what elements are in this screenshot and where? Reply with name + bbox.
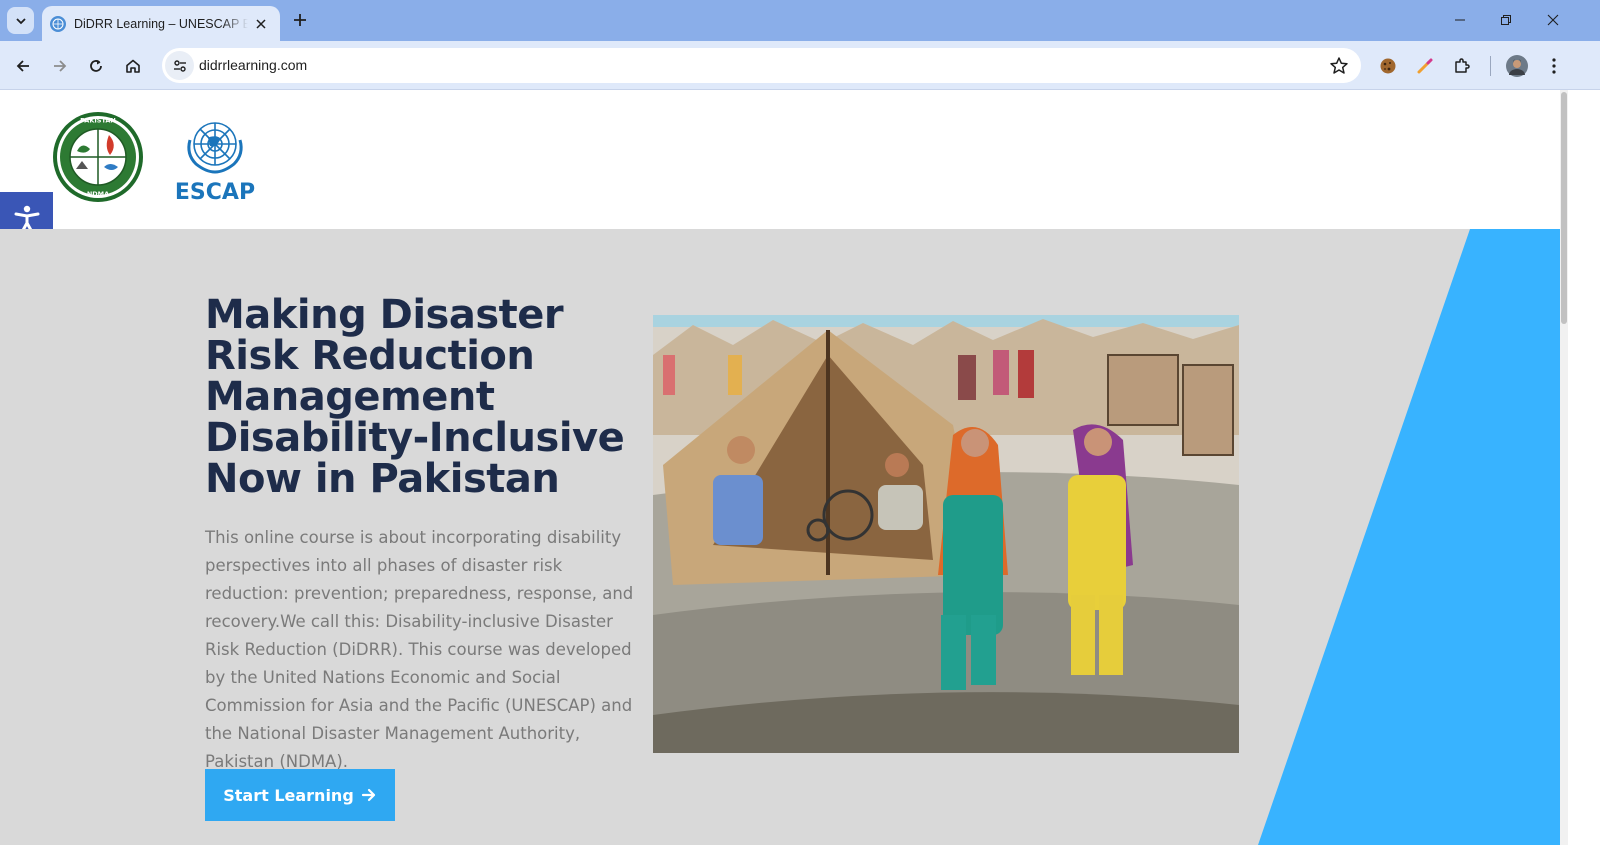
- address-bar[interactable]: didrrlearning.com: [162, 48, 1361, 83]
- svg-text:ESCAP: ESCAP: [175, 180, 255, 205]
- url-text: didrrlearning.com: [199, 57, 308, 73]
- start-learning-label: Start Learning: [223, 785, 354, 805]
- reload-icon: [90, 60, 102, 72]
- home-icon: [126, 59, 140, 73]
- profile-avatar[interactable]: [1505, 54, 1529, 78]
- color-picker-extension-icon[interactable]: [1413, 54, 1437, 78]
- arrow-right-icon: [361, 788, 375, 802]
- restore-icon: [1501, 15, 1511, 25]
- tab-search-button[interactable]: [7, 7, 34, 34]
- tab-title: DiDRR Learning – UNESCAP E-L: [74, 16, 248, 31]
- hero-illustration: [653, 315, 1239, 753]
- page-scrollbar[interactable]: [1560, 90, 1568, 845]
- browser-titlebar: DiDRR Learning – UNESCAP E-L: [0, 0, 1600, 41]
- site-header: PAKISTAN NDMA ESCAP: [0, 90, 1560, 229]
- tab-close-button[interactable]: [252, 15, 270, 33]
- svg-text:PAKISTAN: PAKISTAN: [80, 117, 116, 125]
- restore-button[interactable]: [1492, 8, 1520, 32]
- scrollbar-thumb[interactable]: [1561, 92, 1567, 324]
- back-button[interactable]: [10, 53, 36, 79]
- extensions-puzzle-icon[interactable]: [1450, 54, 1474, 78]
- minimize-button[interactable]: [1446, 8, 1474, 32]
- arrow-right-icon: [54, 60, 67, 72]
- arrow-left-icon: [16, 60, 29, 72]
- reload-button[interactable]: [83, 53, 109, 79]
- new-tab-button[interactable]: [290, 10, 310, 30]
- un-globe-icon: [50, 15, 66, 32]
- more-vert-icon: [1552, 58, 1556, 74]
- escap-logo[interactable]: ESCAP: [168, 110, 262, 206]
- start-learning-button[interactable]: Start Learning: [205, 769, 395, 821]
- chevron-down-icon: [15, 17, 26, 24]
- plus-icon: [294, 14, 306, 26]
- ndma-logo[interactable]: PAKISTAN NDMA: [52, 111, 144, 203]
- close-icon: [1547, 14, 1559, 26]
- hero-section: Making Disaster Risk Reduction Managemen…: [0, 229, 1560, 845]
- hero-description: This online course is about incorporatin…: [205, 528, 634, 771]
- hero-title: Making Disaster Risk Reduction Managemen…: [205, 292, 625, 502]
- browser-tab-active[interactable]: DiDRR Learning – UNESCAP E-L: [42, 6, 280, 41]
- home-button[interactable]: [120, 53, 146, 79]
- close-icon: [256, 18, 266, 29]
- toolbar-separator: [1490, 56, 1491, 76]
- browser-toolbar: didrrlearning.com: [0, 41, 1600, 90]
- cookie-extension-icon[interactable]: [1376, 54, 1400, 78]
- tune-icon: [173, 59, 186, 72]
- forward-button[interactable]: [47, 53, 73, 79]
- site-info-button[interactable]: [165, 51, 194, 80]
- browser-menu-button[interactable]: [1542, 54, 1566, 78]
- minimize-icon: [1455, 19, 1465, 21]
- bookmark-star-icon[interactable]: [1329, 56, 1349, 76]
- svg-text:NDMA: NDMA: [87, 190, 109, 198]
- web-page: PAKISTAN NDMA ESCAP Making Disaster Risk…: [0, 90, 1560, 845]
- close-window-button[interactable]: [1539, 8, 1567, 32]
